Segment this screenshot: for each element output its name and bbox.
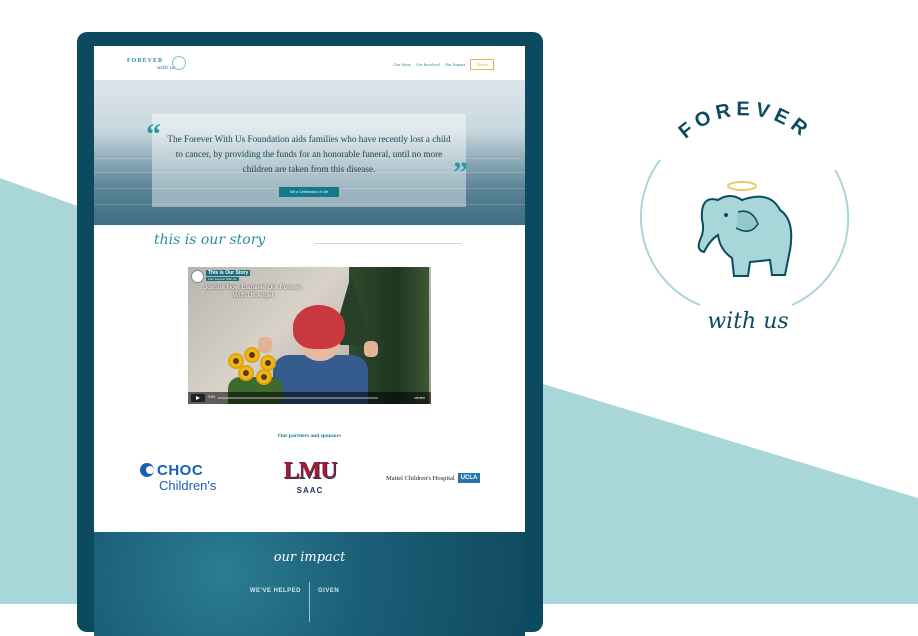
nav-link-our-story[interactable]: Our Story <box>393 62 411 67</box>
open-quote-icon: “ <box>146 118 161 151</box>
choc-childrens-logo[interactable]: CHOC Children's <box>140 461 235 495</box>
elephant-with-halo-icon <box>697 181 793 277</box>
impact-label-given: GIVEN <box>318 588 340 594</box>
choc-logo-bottom: Children's <box>159 478 217 493</box>
impact-section: our impact WE'VE HELPED GIVEN <box>94 532 525 636</box>
donate-button[interactable]: Donate <box>470 59 494 70</box>
story-heading: this is our story <box>154 232 266 248</box>
ucla-badge: UCLA <box>457 473 481 483</box>
website-screen: FOREVER with us Our Story Get Involved O… <box>94 46 525 636</box>
video-subtitle[interactable]: from Forever With Us <box>206 277 239 281</box>
close-quote-icon: ” <box>453 156 468 189</box>
nav-links: Our Story Get Involved Our Impact Donate <box>393 59 494 70</box>
mattel-logo-text: Mattel Children's Hospital <box>386 474 455 482</box>
sunflower <box>244 347 260 363</box>
choc-icon <box>140 463 154 477</box>
logo-ring-right <box>791 169 850 306</box>
elephant-icon <box>172 56 186 70</box>
gift-celebration-button[interactable]: Gift a Celebration of Life <box>279 187 339 197</box>
video-child-thumb <box>364 341 378 357</box>
logo-ring-left <box>639 159 701 306</box>
vimeo-logo[interactable]: vimeo <box>414 395 425 400</box>
video-child-hat <box>293 305 345 349</box>
video-caption: Joshua Noel Esquivel Our Forever With Us… <box>204 284 302 299</box>
bg-mint-right <box>530 380 918 604</box>
nav-link-get-involved[interactable]: Get Involved <box>416 62 440 67</box>
site-nav: FOREVER with us Our Story Get Involved O… <box>94 46 525 80</box>
video-title[interactable]: This is Our Story <box>206 270 251 276</box>
impact-heading: our impact <box>273 550 346 565</box>
logo-text-with-us: with us <box>707 309 788 334</box>
video-player[interactable]: This is Our Story from Forever With Us J… <box>188 267 431 404</box>
channel-avatar[interactable] <box>191 270 204 283</box>
lmu-logo-bottom: SAAC <box>296 486 324 495</box>
mission-quote: The Forever With Us Foundation aids fami… <box>167 134 451 174</box>
impact-label-helped: WE'VE HELPED <box>249 588 301 594</box>
device-frame: FOREVER with us Our Story Get Involved O… <box>77 32 543 636</box>
lmu-saac-logo[interactable]: LMU SAAC <box>278 458 342 500</box>
quote-box: “ The Forever With Us Foundation aids fa… <box>146 114 468 207</box>
impact-divider <box>309 582 310 622</box>
sunflower <box>238 365 254 381</box>
sunflower <box>256 369 272 385</box>
mattel-ucla-logo[interactable]: Mattel Children's Hospital UCLA <box>386 472 481 484</box>
video-progress-bar[interactable] <box>218 397 378 399</box>
logo-text-forever: FOREVER <box>675 100 816 143</box>
lmu-logo-top: LMU <box>283 458 338 484</box>
video-controls: 3:04 vimeo <box>188 392 431 404</box>
hero-section: “ The Forever With Us Foundation aids fa… <box>94 80 525 225</box>
nav-link-our-impact[interactable]: Our Impact <box>445 62 466 67</box>
story-divider <box>314 243 462 244</box>
partners-heading: Our partners and sponsors <box>277 433 342 439</box>
video-time: 3:04 <box>208 395 215 399</box>
choc-logo-top: CHOC <box>157 462 204 479</box>
logo-text-top: FOREVER <box>127 58 164 64</box>
site-logo[interactable]: FOREVER with us <box>127 55 187 73</box>
forever-with-us-logo: FOREVER with us <box>639 100 850 334</box>
play-icon[interactable] <box>191 394 205 402</box>
